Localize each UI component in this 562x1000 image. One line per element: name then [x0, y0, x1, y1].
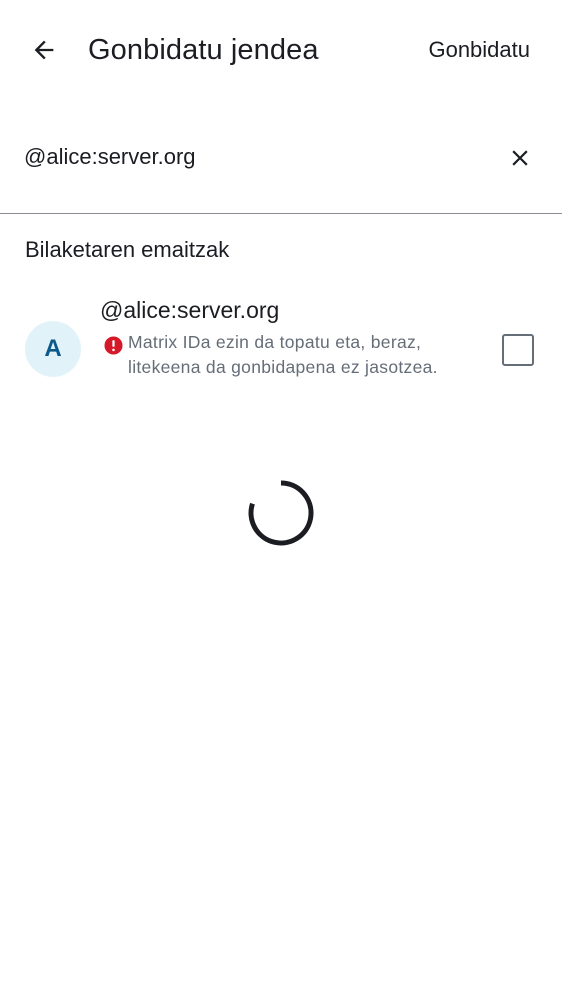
warning-text: Matrix IDa ezin da topatu eta, beraz, li… — [128, 332, 438, 377]
error-icon — [104, 336, 123, 355]
search-bar — [0, 118, 562, 214]
back-arrow-icon — [34, 40, 54, 60]
select-user-checkbox[interactable] — [502, 334, 534, 366]
search-results-heading: Bilaketaren emaitzak — [25, 237, 230, 262]
search-input[interactable] — [24, 138, 484, 176]
back-button[interactable] — [22, 28, 66, 72]
top-app-bar: Gonbidatu jendea Gonbidatu — [0, 0, 562, 100]
avatar: A — [25, 321, 81, 377]
invite-button[interactable]: Gonbidatu — [428, 33, 530, 67]
user-id-label: @alice:server.org — [100, 297, 280, 323]
clear-search-button[interactable] — [500, 138, 540, 178]
user-result-item[interactable]: A @alice:server.org Matrix IDa ezin da t… — [0, 290, 562, 412]
loading-spinner — [248, 480, 314, 546]
close-icon — [512, 150, 528, 166]
page-title: Gonbidatu jendea — [88, 34, 319, 66]
